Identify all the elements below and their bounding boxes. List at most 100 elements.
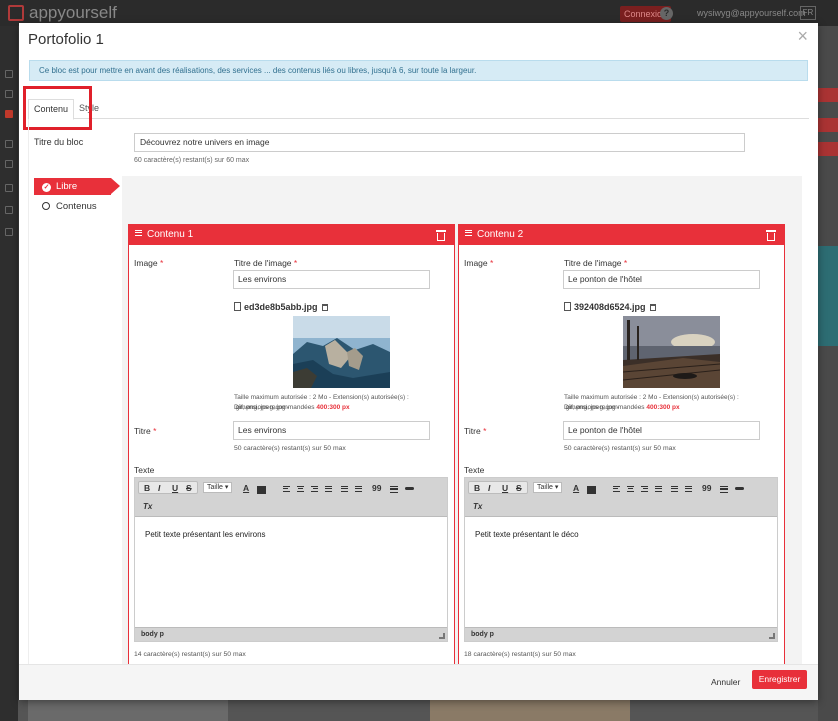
info-banner: Ce bloc est pour mettre en avant des réa… [29,60,808,81]
store-icon[interactable] [5,206,13,214]
image-dims-hint: Dimensions recommandées 400:300 px [564,404,680,411]
bold-button[interactable]: B [144,483,150,493]
bullet-list-icon[interactable] [671,484,678,493]
app-bottom-preview [18,700,818,721]
clear-format-button[interactable]: Tx [143,502,152,511]
align-center-icon[interactable] [627,484,634,493]
strike-button[interactable]: S [516,483,522,493]
save-button[interactable]: Enregistrer [752,670,807,689]
language-select[interactable]: FR [800,6,816,20]
image-file: 392408d6524.jpg [564,302,656,312]
horizontal-rule-icon[interactable] [390,484,398,494]
quote-button[interactable]: 99 [372,483,381,493]
editor-toolbar: B I U S Taille ▾ A 99 Tx [465,478,777,517]
edit-icon[interactable] [5,90,13,98]
underline-button[interactable]: U [172,483,178,493]
numbered-list-icon[interactable] [685,484,692,493]
image-title-input[interactable]: Le ponton de l'hôtel [563,270,760,289]
image-title-input[interactable]: Les environs [233,270,430,289]
link-icon[interactable] [735,485,744,491]
titre-label: Titre * [464,426,487,436]
resize-handle-icon[interactable] [439,633,445,639]
italic-button[interactable]: I [158,483,160,493]
align-right-icon[interactable] [311,484,318,493]
bullet-list-icon[interactable] [341,484,348,493]
align-left-icon[interactable] [283,484,290,493]
link-icon[interactable] [405,485,414,491]
image-label: Image * [464,258,494,268]
block-edit-modal: Portofolio 1 × Ce bloc est pour mettre e… [19,23,818,700]
logo-text: appyourself [29,3,117,22]
nav-contenus-label: Contenus [56,201,97,212]
titre-label: Titre * [134,426,157,436]
content-card-1: Contenu 1 Image * Titre de l'image * Les… [128,224,455,694]
editor-content[interactable]: Petit texte présentant les environs [145,530,266,539]
text-color-button[interactable]: A [243,483,249,493]
drag-handle-icon[interactable] [135,228,142,237]
cancel-button[interactable]: Annuler [711,677,740,687]
image-file-icon [564,302,571,311]
horizontal-rule-icon[interactable] [720,484,728,494]
align-right-icon[interactable] [641,484,648,493]
editor-path: body p [465,627,777,641]
titre-input[interactable]: Les environs [233,421,430,440]
card-header[interactable]: Contenu 2 [459,225,784,245]
align-justify-icon[interactable] [325,484,332,493]
resize-handle-icon[interactable] [769,633,775,639]
app-right-panel [818,26,838,721]
card-title: Contenu 2 [477,229,524,240]
format-dropdown[interactable]: Taille ▾ [203,482,233,493]
titre-input[interactable]: Le ponton de l'hôtel [563,421,760,440]
nav-libre[interactable]: ✓ Libre [34,178,120,195]
align-justify-icon[interactable] [655,484,662,493]
rich-text-editor[interactable]: B I U S Taille ▾ A 99 Tx Petit texte pré… [464,477,778,642]
block-title-input[interactable]: Découvrez notre univers en image [134,133,745,152]
numbered-list-icon[interactable] [355,484,362,493]
align-left-icon[interactable] [613,484,620,493]
user-email[interactable]: wysiwyg@appyourself.com [697,8,806,18]
upload-icon[interactable] [5,110,13,118]
format-dropdown[interactable]: Taille ▾ [533,482,563,493]
drag-handle-icon[interactable] [465,228,472,237]
bold-button[interactable]: B [474,483,480,493]
image-title-label: Titre de l'image * [234,258,298,268]
logo-icon [8,5,24,21]
bg-color-icon[interactable] [587,486,596,494]
app-sidebar [0,26,18,721]
texte-counter: 18 caractère(s) restant(s) sur 50 max [464,651,576,658]
card-header[interactable]: Contenu 1 [129,225,454,245]
titre-counter: 50 caractère(s) restant(s) sur 50 max [564,445,676,452]
pier-sunset-photo [623,316,720,388]
strike-button[interactable]: S [186,483,192,493]
check-circle-icon: ✓ [42,183,51,192]
content-card-2: Contenu 2 Image * Titre de l'image * Le … [458,224,785,694]
modal-header: Portofolio 1 × [19,23,818,57]
clear-format-button[interactable]: Tx [473,502,482,511]
underline-button[interactable]: U [502,483,508,493]
help-icon[interactable]: ? [660,7,673,20]
image-preview [623,316,720,388]
italic-button[interactable]: I [488,483,490,493]
align-center-icon[interactable] [297,484,304,493]
close-icon[interactable]: × [797,26,808,47]
rich-text-editor[interactable]: B I U S Taille ▾ A 99 Tx Petit texte pré… [134,477,448,642]
tag-icon[interactable] [5,184,13,192]
delete-image-icon[interactable] [649,304,656,311]
quote-button[interactable]: 99 [702,483,711,493]
block-title-counter: 60 caractère(s) restant(s) sur 60 max [134,157,250,164]
delete-image-icon[interactable] [321,304,328,311]
user-icon[interactable] [5,140,13,148]
trash-icon[interactable] [766,229,776,241]
home-icon[interactable] [5,70,13,78]
bg-color-icon[interactable] [257,486,266,494]
card-title: Contenu 1 [147,229,194,240]
nav-contenus[interactable]: Contenus [34,201,97,212]
editor-path: body p [135,627,447,641]
text-color-button[interactable]: A [573,483,579,493]
modal-footer: Annuler Enregistrer [19,664,818,700]
editor-content[interactable]: Petit texte présentant le déco [475,530,579,539]
stats-icon[interactable] [5,160,13,168]
search-icon[interactable] [5,228,13,236]
image-filename: ed3de8b5abb.jpg [244,302,318,312]
trash-icon[interactable] [436,229,446,241]
